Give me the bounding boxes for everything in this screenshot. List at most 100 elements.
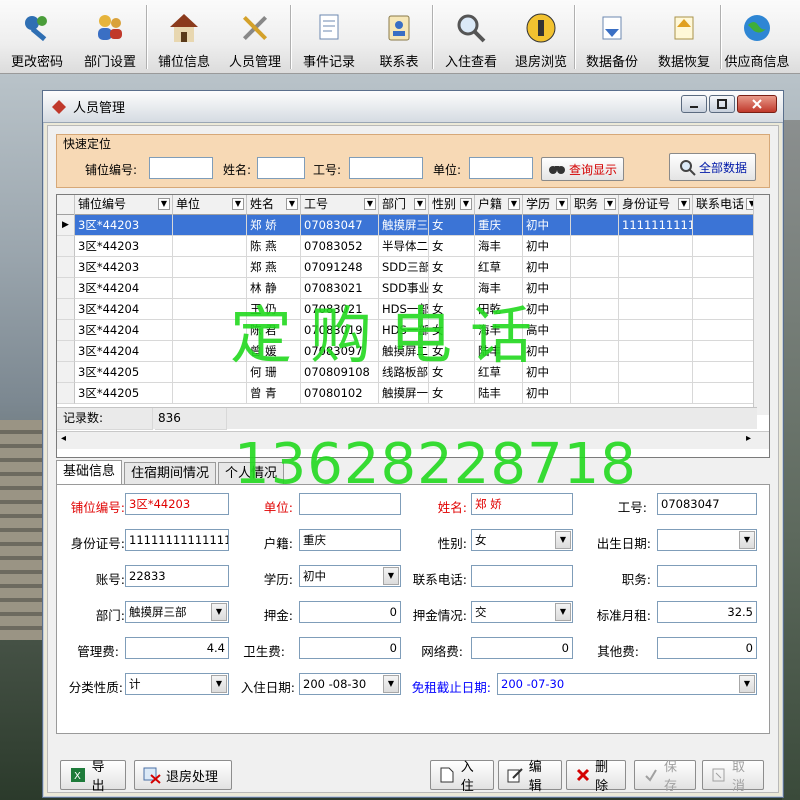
- checkout-button[interactable]: 退房处理: [134, 760, 232, 790]
- cell-id[interactable]: 11111111111: [619, 215, 693, 236]
- cell-edu[interactable]: 初中: [523, 383, 571, 404]
- duty-field[interactable]: [657, 565, 757, 587]
- checkin-date-select[interactable]: 200 -08-30 ▼: [299, 673, 401, 695]
- cell-gender[interactable]: 女: [429, 215, 475, 236]
- row-indicator[interactable]: [57, 257, 75, 278]
- other-fee-field[interactable]: 0: [657, 637, 757, 659]
- toolbar-contacts[interactable]: 联系表: [366, 0, 432, 74]
- toolbar-personnel[interactable]: 人员管理: [220, 0, 290, 74]
- row-indicator[interactable]: [57, 383, 75, 404]
- cell-empno[interactable]: 07080102: [301, 383, 379, 404]
- cell-gender[interactable]: 女: [429, 236, 475, 257]
- mgmt-fee-field[interactable]: 4.4: [125, 637, 229, 659]
- cell-unit[interactable]: [173, 383, 247, 404]
- col-header-phone[interactable]: 联系电话 ▼: [693, 195, 761, 215]
- cell-phone[interactable]: [693, 320, 761, 341]
- row-indicator[interactable]: [57, 362, 75, 383]
- cell-dept[interactable]: 触摸屏三: [379, 215, 429, 236]
- cell-duty[interactable]: [571, 383, 619, 404]
- empno-field[interactable]: 07083047: [657, 493, 757, 515]
- cell-berth[interactable]: 3区*44203: [75, 236, 173, 257]
- cell-edu[interactable]: 初中: [523, 215, 571, 236]
- cell-hukou[interactable]: 重庆: [475, 215, 523, 236]
- cell-dept[interactable]: 半导体二: [379, 236, 429, 257]
- cell-hukou[interactable]: 陆丰: [475, 383, 523, 404]
- deposit-field[interactable]: 0: [299, 601, 401, 623]
- cell-empno[interactable]: 07083052: [301, 236, 379, 257]
- cell-phone[interactable]: [693, 341, 761, 362]
- table-row[interactable]: 3区*44203 郑 燕 07091248 SDD三部女红草 初中: [57, 257, 761, 278]
- cell-duty[interactable]: [571, 362, 619, 383]
- toolbar-checkin-view[interactable]: 入住查看: [434, 0, 508, 74]
- delete-button[interactable]: 删除: [566, 760, 626, 794]
- close-button[interactable]: [737, 95, 777, 113]
- cell-name[interactable]: 郑 娇: [247, 215, 301, 236]
- col-header-unit[interactable]: 单位 ▼: [173, 195, 247, 215]
- row-indicator[interactable]: [57, 236, 75, 257]
- table-row[interactable]: ▶3区*44203 郑 娇07083047触摸屏三女重庆初中 11111111111: [57, 215, 761, 236]
- gender-select[interactable]: 女 ▼: [471, 529, 573, 551]
- cell-berth[interactable]: 3区*44204: [75, 341, 173, 362]
- cell-name[interactable]: 郑 燕: [247, 257, 301, 278]
- cell-phone[interactable]: [693, 236, 761, 257]
- id-field[interactable]: 1111111111111111: [125, 529, 229, 551]
- cell-duty[interactable]: [571, 257, 619, 278]
- toolbar-event-log[interactable]: 事件记录: [292, 0, 366, 74]
- col-header-name[interactable]: 姓名 ▼: [247, 195, 301, 215]
- cell-id[interactable]: [619, 383, 693, 404]
- col-header-gender[interactable]: 性别 ▼: [429, 195, 475, 215]
- cell-unit[interactable]: [173, 236, 247, 257]
- toolbar-supplier-info[interactable]: 供应商信息: [722, 0, 792, 74]
- cell-berth[interactable]: 3区*44203: [75, 257, 173, 278]
- free-rent-end-select[interactable]: 200 -07-30 ▼: [497, 673, 757, 695]
- cell-duty[interactable]: [571, 215, 619, 236]
- table-row[interactable]: 3区*44205 曾 青 07080102 触摸屏一女陆丰 初中: [57, 383, 761, 404]
- cell-berth[interactable]: 3区*44204: [75, 320, 173, 341]
- toolbar-checkout-browse[interactable]: 退房浏览: [508, 0, 574, 74]
- cell-empno[interactable]: 07083047: [301, 215, 379, 236]
- cell-dept[interactable]: SDD三部: [379, 257, 429, 278]
- scroll-left-icon[interactable]: ◂: [61, 433, 66, 444]
- col-header-duty[interactable]: 职务 ▼: [571, 195, 619, 215]
- cell-edu[interactable]: 初中: [523, 236, 571, 257]
- empno-search-input[interactable]: [349, 157, 423, 179]
- cell-duty[interactable]: [571, 341, 619, 362]
- cell-unit[interactable]: [173, 215, 247, 236]
- cell-unit[interactable]: [173, 257, 247, 278]
- minimize-button[interactable]: [681, 95, 707, 113]
- export-button[interactable]: X 导出: [60, 760, 126, 794]
- cell-duty[interactable]: [571, 278, 619, 299]
- row-indicator[interactable]: [57, 341, 75, 362]
- unit-search-input[interactable]: [469, 157, 533, 179]
- cell-duty[interactable]: [571, 320, 619, 341]
- col-header-berth[interactable]: 铺位编号 ▼: [75, 195, 173, 215]
- cell-phone[interactable]: [693, 299, 761, 320]
- berth-search-input[interactable]: [149, 157, 213, 179]
- hygiene-fee-field[interactable]: 0: [299, 637, 401, 659]
- cell-phone[interactable]: [693, 383, 761, 404]
- cell-berth[interactable]: 3区*44204: [75, 278, 173, 299]
- cell-phone[interactable]: [693, 362, 761, 383]
- row-indicator[interactable]: [57, 299, 75, 320]
- network-fee-field[interactable]: 0: [471, 637, 573, 659]
- cancel-button[interactable]: 取消: [702, 760, 764, 794]
- col-header-hukou[interactable]: 户籍 ▼: [475, 195, 523, 215]
- cell-name[interactable]: 陈 燕: [247, 236, 301, 257]
- save-button[interactable]: 保存: [634, 760, 696, 794]
- cell-id[interactable]: [619, 278, 693, 299]
- cell-gender[interactable]: 女: [429, 257, 475, 278]
- phone-field[interactable]: [471, 565, 573, 587]
- query-button[interactable]: 查询显示: [541, 157, 625, 181]
- toolbar-change-password[interactable]: 更改密码: [0, 0, 74, 74]
- edu-select[interactable]: 初中 ▼: [299, 565, 401, 587]
- dept-select[interactable]: 触摸屏三部 ▼: [125, 601, 229, 623]
- row-indicator[interactable]: [57, 320, 75, 341]
- cell-berth[interactable]: 3区*44204: [75, 299, 173, 320]
- col-header-edu[interactable]: 学历 ▼: [523, 195, 571, 215]
- cell-id[interactable]: [619, 236, 693, 257]
- cell-id[interactable]: [619, 257, 693, 278]
- col-header-dept[interactable]: 部门 ▼: [379, 195, 429, 215]
- window-titlebar[interactable]: 人员管理: [43, 91, 783, 123]
- all-data-button[interactable]: 全部数据: [669, 153, 757, 181]
- account-field[interactable]: 22833: [125, 565, 229, 587]
